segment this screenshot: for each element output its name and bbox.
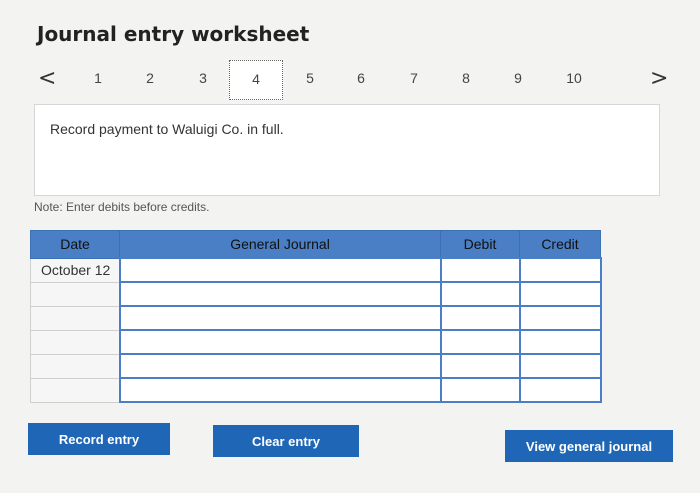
debit-input[interactable] [439, 305, 521, 331]
credit-input[interactable] [518, 377, 602, 403]
pager: < 1 2 3 4 5 6 7 8 9 10 > [0, 60, 700, 100]
account-input[interactable] [118, 377, 442, 403]
debit-input[interactable] [439, 281, 521, 307]
account-input[interactable] [118, 257, 442, 283]
date-cell [30, 281, 120, 307]
debit-input[interactable] [439, 257, 521, 283]
credit-input[interactable] [518, 329, 602, 355]
account-input[interactable] [118, 329, 442, 355]
credit-input[interactable] [518, 305, 602, 331]
table-row: October 12 [30, 257, 602, 283]
next-arrow-icon[interactable]: > [650, 66, 668, 91]
header-date: Date [30, 230, 120, 259]
date-cell [30, 329, 120, 355]
debit-input[interactable] [439, 353, 521, 379]
account-input[interactable] [118, 305, 442, 331]
prev-arrow-icon[interactable]: < [38, 66, 56, 91]
record-entry-button[interactable]: Record entry [28, 423, 170, 455]
account-input[interactable] [118, 353, 442, 379]
header-credit: Credit [519, 230, 601, 259]
table-row [30, 305, 602, 331]
note-text: Note: Enter debits before credits. [34, 200, 210, 214]
page-7[interactable]: 7 [394, 60, 434, 96]
credit-input[interactable] [518, 257, 602, 283]
page-1[interactable]: 1 [78, 60, 118, 96]
journal-table: Date General Journal Debit Credit Octobe… [30, 230, 602, 403]
date-cell: October 12 [30, 257, 120, 283]
debit-input[interactable] [439, 329, 521, 355]
page-title: Journal entry worksheet [37, 22, 310, 46]
date-cell [30, 377, 120, 403]
page-3[interactable]: 3 [183, 60, 223, 96]
header-debit: Debit [440, 230, 520, 259]
page-9[interactable]: 9 [498, 60, 538, 96]
credit-input[interactable] [518, 281, 602, 307]
date-cell [30, 305, 120, 331]
page-6[interactable]: 6 [341, 60, 381, 96]
account-input[interactable] [118, 281, 442, 307]
prompt-box: Record payment to Waluigi Co. in full. [34, 104, 660, 196]
page-4[interactable]: 4 [229, 60, 283, 100]
view-general-journal-button[interactable]: View general journal [505, 430, 673, 462]
table-row [30, 377, 602, 403]
page-8[interactable]: 8 [446, 60, 486, 96]
table-row [30, 353, 602, 379]
clear-entry-button[interactable]: Clear entry [213, 425, 359, 457]
credit-input[interactable] [518, 353, 602, 379]
prompt-text: Record payment to Waluigi Co. in full. [50, 121, 284, 137]
page-2[interactable]: 2 [130, 60, 170, 96]
table-row [30, 329, 602, 355]
header-general-journal: General Journal [119, 230, 441, 259]
table-row [30, 281, 602, 307]
page-10[interactable]: 10 [554, 60, 594, 96]
page-5[interactable]: 5 [290, 60, 330, 96]
date-cell [30, 353, 120, 379]
debit-input[interactable] [439, 377, 521, 403]
